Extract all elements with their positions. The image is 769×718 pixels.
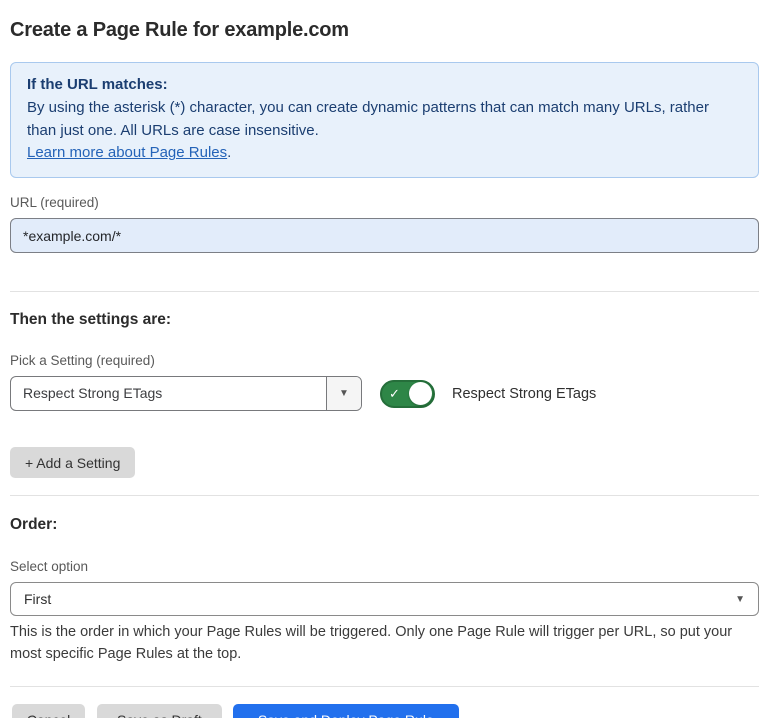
respect-strong-etags-toggle[interactable]: ✓ [380,380,435,408]
check-icon: ✓ [389,387,400,400]
setting-select[interactable]: Respect Strong ETags ▼ [10,376,362,411]
learn-more-link[interactable]: Learn more about Page Rules [27,144,227,161]
order-help-text: This is the order in which your Page Rul… [10,622,759,666]
add-setting-button[interactable]: + Add a Setting [10,447,135,478]
order-select-label: Select option [10,559,759,574]
dropdown-arrow-icon: ▼ [735,594,745,605]
save-and-deploy-button[interactable]: Save and Deploy Page Rule [233,704,459,718]
link-suffix: . [227,144,231,161]
order-select[interactable]: First ▼ [10,582,759,616]
info-box-link-line: Learn more about Page Rules. [27,142,742,165]
form-footer: Cancel Save as Draft Save and Deploy Pag… [10,704,759,718]
order-section-heading: Order: [10,516,759,534]
page-rule-form: Create a Page Rule for example.com If th… [0,0,769,718]
section-divider [10,495,759,496]
info-box-heading: If the URL matches: [27,74,742,97]
page-title: Create a Page Rule for example.com [10,10,759,42]
url-field-label: URL (required) [10,195,759,210]
cancel-button[interactable]: Cancel [12,704,85,718]
setting-select-value: Respect Strong ETags [11,377,326,410]
dropdown-arrow-icon[interactable]: ▼ [326,377,361,410]
setting-row: Respect Strong ETags ▼ ✓ Respect Strong … [10,376,759,411]
setting-picker-label: Pick a Setting (required) [10,353,759,368]
section-divider [10,686,759,687]
save-as-draft-button[interactable]: Save as Draft [97,704,222,718]
url-match-info-box: If the URL matches: By using the asteris… [10,62,759,178]
toggle-label: Respect Strong ETags [452,386,596,402]
order-select-value: First [24,591,51,607]
section-divider [10,291,759,292]
toggle-knob [409,382,432,405]
info-box-body: By using the asterisk (*) character, you… [27,97,742,143]
settings-section-heading: Then the settings are: [10,311,759,329]
url-input[interactable] [10,218,759,253]
